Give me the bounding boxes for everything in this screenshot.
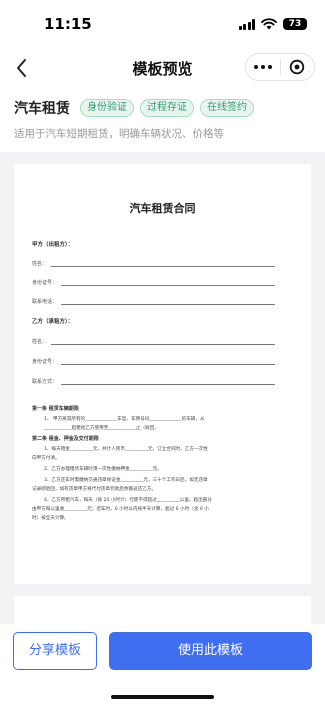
section-2-heading: 第二条 租金、押金及交付期限 — [32, 436, 99, 442]
section-1-line-2: ____________起租给乙方使用至____________止（收回。 — [44, 426, 159, 431]
field-label: 身份证号： — [32, 280, 58, 286]
template-description: 适用于汽车短期租赁，明确车辆状况、价格等 — [14, 128, 224, 140]
party-b-heading: 乙方（承租方）： — [32, 319, 74, 325]
close-mini-program-icon[interactable] — [281, 59, 315, 75]
section-2-line-6: 4、乙方所租汽车，每天（按 24 小时计）行使不得超过__________公里，… — [44, 498, 212, 503]
party-a-heading: 甲方（出租方）： — [32, 242, 74, 248]
battery-icon: 73 — [283, 18, 307, 30]
wifi-icon — [261, 18, 277, 30]
more-options-icon[interactable] — [246, 65, 280, 69]
next-document-page — [14, 596, 311, 624]
status-bar: 11:15 73 — [0, 0, 325, 48]
section-2-line-5: 记录即退回，如有违章甲方将代付违章罚款后余额返还乙方。 — [32, 487, 157, 492]
signal-icon — [238, 18, 255, 30]
party-a-id-field: 身份证号： — [32, 279, 293, 286]
back-arrow-icon[interactable] — [10, 56, 34, 80]
use-template-button[interactable]: 使用此模板 — [109, 632, 312, 670]
tag-identity-verification: 身份验证 — [80, 99, 134, 117]
section-2-line-4: 3、乙方还车时需缴纳交通违章保证金__________元，三十个工作日后，如无违… — [44, 478, 208, 483]
field-label: 身份证号： — [32, 359, 58, 365]
share-template-button[interactable]: 分享模板 — [13, 632, 97, 670]
section-2-line-8: 时）按全天计算。 — [32, 516, 69, 521]
status-icons: 73 — [238, 18, 307, 30]
section-1-heading: 第一条 租赁车辆期限 — [32, 406, 79, 412]
field-label: 姓名： — [32, 339, 48, 345]
document-preview-area[interactable]: 汽车租赁合同 甲方（出租方）： 姓名： 身份证号： 联系电话： 乙方（承租方）：… — [0, 152, 325, 624]
section-2-line-7: 由甲方每公里收__________元；迟车时，6 小时以内按半天计算，超过 6 … — [32, 507, 209, 512]
party-a-name-field: 姓名： — [32, 260, 293, 267]
section-2-line-1: 1、每天租金__________元，共计人民币__________元，订立合同时… — [44, 447, 208, 452]
home-indicator — [111, 695, 214, 699]
field-label: 联系方式： — [32, 379, 58, 385]
party-b-contact-field: 联系方式： — [32, 378, 293, 385]
document-page: 汽车租赁合同 甲方（出租方）： 姓名： 身份证号： 联系电话： 乙方（承租方）：… — [14, 164, 311, 584]
section-2-line-2: 向甲方付清。 — [32, 456, 60, 461]
page-title: 模板预览 — [132, 59, 193, 78]
field-label: 姓名： — [32, 261, 48, 267]
template-info: 汽车租赁 身份验证 过程存证 在线签约 适用于汽车短期租赁，明确车辆状况、价格等 — [0, 88, 325, 152]
mini-program-capsule — [245, 53, 315, 81]
tag-online-signing: 在线签约 — [200, 99, 254, 117]
bottom-action-bar: 分享模板 使用此模板 — [0, 624, 325, 704]
section-2-line-3: 2、乙方办理租赁车辆时须一次性缴纳押金__________元。 — [44, 467, 162, 472]
party-b-name-field: 姓名： — [32, 338, 293, 345]
party-a-phone-field: 联系电话： — [32, 298, 293, 305]
party-b-id-field: 身份证号： — [32, 358, 293, 365]
status-time: 11:15 — [44, 15, 92, 33]
template-name: 汽车租赁 — [14, 101, 70, 117]
document-title: 汽车租赁合同 — [129, 202, 196, 215]
tag-process-evidence: 过程存证 — [140, 99, 194, 117]
field-label: 联系电话： — [32, 299, 58, 305]
nav-bar: 模板预览 — [0, 48, 325, 88]
section-1-line-1: 1、 甲方将其所有的______________车型、车牌号码_________… — [44, 417, 205, 422]
